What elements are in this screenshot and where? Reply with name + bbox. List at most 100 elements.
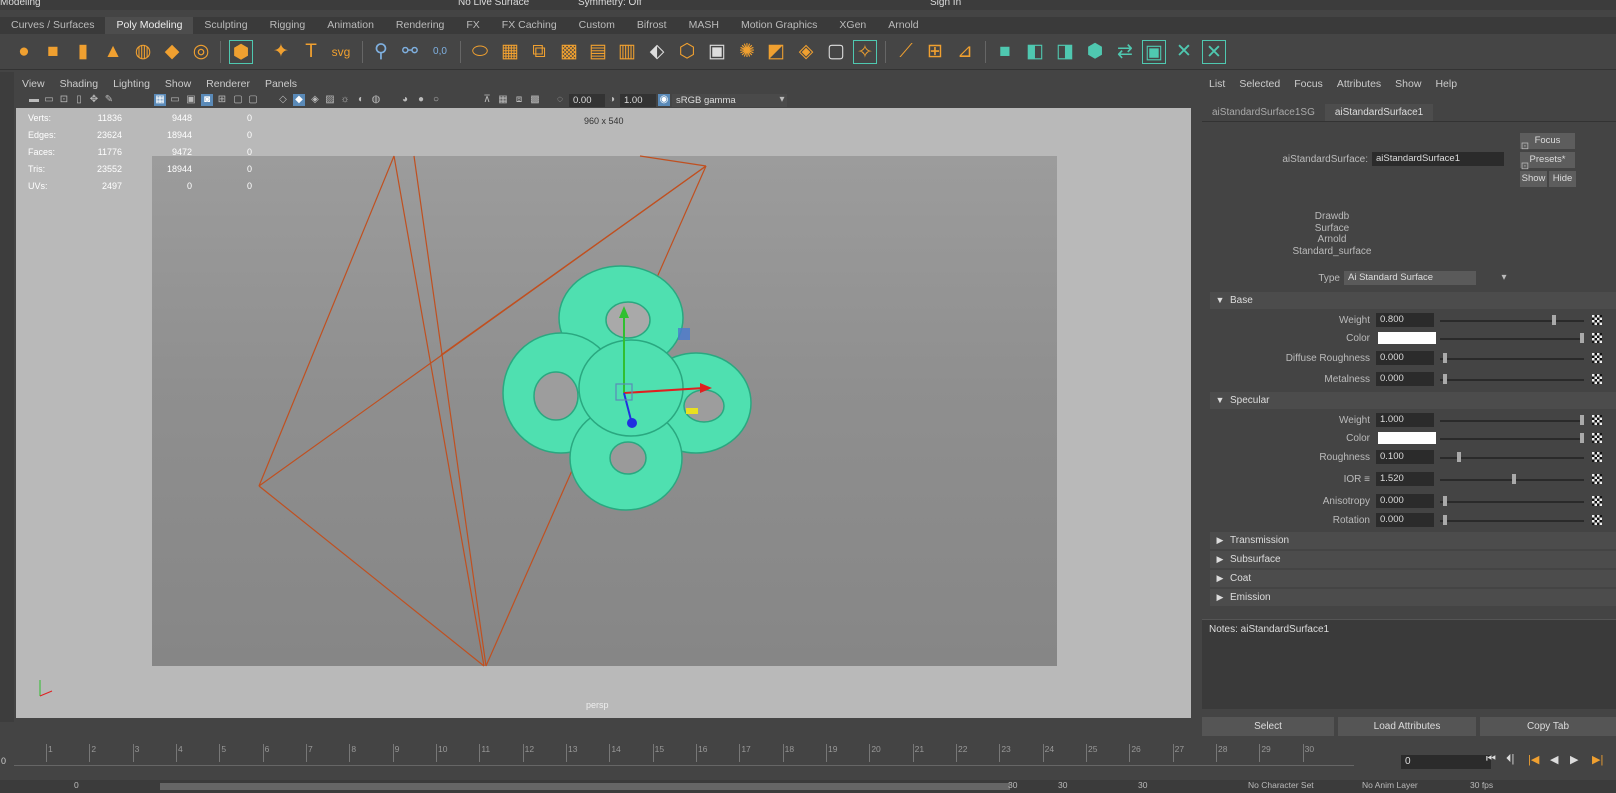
wireframe-on-shaded-icon[interactable]: ◈ xyxy=(309,94,321,106)
rotation-knob[interactable] xyxy=(1443,515,1447,525)
type-dropdown[interactable]: Ai Standard Surface xyxy=(1344,271,1476,285)
uv-spherical-icon[interactable]: ◨ xyxy=(1053,40,1077,64)
viewport-menu-show[interactable]: Show xyxy=(159,76,200,93)
wireframe-icon[interactable]: ◇ xyxy=(277,94,289,106)
gate-mask-icon[interactable]: ◙ xyxy=(201,94,213,106)
platonic-icon[interactable]: ⬢ xyxy=(229,40,253,64)
separate-icon[interactable]: ⚯ xyxy=(398,40,422,64)
retopo-icon[interactable]: ▥ xyxy=(615,40,639,64)
sphere-icon[interactable]: ● xyxy=(12,40,36,64)
load-attributes-button[interactable]: Load Attributes xyxy=(1338,717,1476,736)
mirror-icon[interactable]: ⧉ xyxy=(527,40,551,64)
cone-icon[interactable]: ▲ xyxy=(101,40,125,64)
xray-icon[interactable]: ● xyxy=(415,94,427,106)
specular-color-slider[interactable] xyxy=(1440,438,1584,440)
view-transform-dropdown[interactable]: sRGB gamma xyxy=(672,94,787,107)
torus-icon[interactable]: ◍ xyxy=(131,40,155,64)
target-weld-icon[interactable]: ⟋ xyxy=(894,40,918,64)
step-back-key-icon[interactable]: |◀ xyxy=(1528,753,1539,766)
connect-icon[interactable]: ⊿ xyxy=(953,40,977,64)
timeline-ruler[interactable]: 1 2 3 4 5 6 7 8 9 10 11 12 13 14 15 16 17 18 19 20 21 22 23 24 2… xyxy=(14,744,1354,766)
range-start-field[interactable]: 0 xyxy=(74,780,79,790)
hide-button[interactable]: Hide xyxy=(1549,171,1576,187)
knot-mesh[interactable] xyxy=(502,265,752,511)
step-back-icon[interactable]: ⏴| xyxy=(1506,753,1514,766)
section-transmission[interactable]: ▶ Transmission xyxy=(1210,532,1616,549)
live-surface-label[interactable]: No Live Surface xyxy=(458,0,529,8)
sign-in-button[interactable]: Sign In xyxy=(930,0,961,8)
fill-hole-icon[interactable]: ⬡ xyxy=(675,40,699,64)
cylinder-icon[interactable]: ▮ xyxy=(71,40,95,64)
edge-loop-icon[interactable]: ⊞ xyxy=(923,40,947,64)
uv-cut-icon[interactable]: ✕ xyxy=(1172,40,1196,64)
reduce-icon[interactable]: ⬖ xyxy=(645,40,669,64)
gamma-icon[interactable]: ◑ xyxy=(606,94,618,106)
rotation-slider[interactable] xyxy=(1440,520,1584,522)
range-slider[interactable]: 0 30 30 30 No Character Set No Anim Laye… xyxy=(0,780,1616,793)
attr-menu-focus[interactable]: Focus xyxy=(1287,76,1330,93)
map-button[interactable] xyxy=(1592,452,1602,462)
camera-attrs-icon[interactable]: ▭ xyxy=(43,94,55,106)
color-management-icon[interactable]: ◉ xyxy=(658,94,670,106)
map-button[interactable] xyxy=(1592,515,1602,525)
show-button[interactable]: Show xyxy=(1520,171,1547,187)
viewport-menu-panels[interactable]: Panels xyxy=(259,76,306,93)
base-color-slider[interactable] xyxy=(1440,338,1584,340)
shelf-tab-bifrost[interactable]: Bifrost xyxy=(626,17,678,34)
bookmark-icon[interactable]: ⊡ xyxy=(58,94,70,106)
film-gate-icon[interactable]: ▭ xyxy=(169,94,181,106)
range-slider-bar[interactable] xyxy=(160,783,1010,790)
fps-dropdown[interactable]: 30 fps xyxy=(1470,780,1493,790)
base-color-knob[interactable] xyxy=(1580,333,1584,343)
uv-planar-icon[interactable]: ■ xyxy=(993,40,1017,64)
shadows-icon[interactable]: ◐ xyxy=(355,94,367,106)
viewport-menu-renderer[interactable]: Renderer xyxy=(200,76,259,93)
exposure-icon[interactable]: ◌ xyxy=(554,94,566,106)
time-slider[interactable]: 0 1 2 3 4 5 6 7 8 9 10 11 12 13 14 15 16 17 18 19 20 21 22 23 2… xyxy=(0,742,1616,770)
shelf-tab-rendering[interactable]: Rendering xyxy=(385,17,455,34)
step-forward-key-icon[interactable]: ▶| xyxy=(1592,753,1603,766)
section-subsurface[interactable]: ▶ Subsurface xyxy=(1210,551,1616,568)
base-weight-knob[interactable] xyxy=(1552,315,1556,325)
notes-area[interactable]: Notes: aiStandardSurface1 xyxy=(1202,619,1616,709)
append-icon[interactable]: ▢ xyxy=(824,40,848,64)
section-emission[interactable]: ▶ Emission xyxy=(1210,589,1616,606)
specular-weight-knob[interactable] xyxy=(1580,415,1584,425)
safe-action-icon[interactable]: ▢ xyxy=(232,94,244,106)
isolate-icon[interactable]: ◕ xyxy=(399,94,411,106)
play-backwards-icon[interactable]: ◀ xyxy=(1550,753,1558,766)
safe-title-icon[interactable]: ▢ xyxy=(247,94,259,106)
output-connection-icon[interactable]: ⊡ xyxy=(1519,161,1531,173)
ior-field[interactable]: 1.520 xyxy=(1376,472,1434,486)
metalness-field[interactable]: 0.000 xyxy=(1376,372,1434,386)
map-button[interactable] xyxy=(1592,433,1602,443)
section-coat[interactable]: ▶ Coat xyxy=(1210,570,1616,587)
unfold-icon[interactable]: ▣ xyxy=(705,40,729,64)
map-button[interactable] xyxy=(1592,353,1602,363)
play-forwards-icon[interactable]: ▶ xyxy=(1570,753,1578,766)
map-button[interactable] xyxy=(1592,333,1602,343)
gamma-field[interactable]: 1.00 xyxy=(620,94,656,107)
disc-icon[interactable]: ◎ xyxy=(189,40,213,64)
bevel-icon[interactable]: ✺ xyxy=(735,40,759,64)
uv-editor-icon[interactable]: ▣ xyxy=(1142,40,1166,64)
multicut-icon[interactable]: ✧ xyxy=(853,40,877,64)
exposure-field[interactable]: 0.00 xyxy=(569,94,605,107)
viewport-persp[interactable]: Verts: 11836 9448 0 Edges: 23624 18944 0 Faces: 1… xyxy=(16,108,1191,718)
uv-cylindrical-icon[interactable]: ◧ xyxy=(1023,40,1047,64)
current-frame-field[interactable]: 0 xyxy=(1401,755,1491,769)
type-icon[interactable]: T xyxy=(299,40,323,64)
cube-icon[interactable]: ■ xyxy=(41,40,65,64)
image-plane-icon[interactable]: ▯ xyxy=(73,94,85,106)
anim-layer-dropdown[interactable]: No Anim Layer xyxy=(1362,780,1418,790)
anisotropy-slider[interactable] xyxy=(1440,501,1584,503)
character-set-dropdown[interactable]: No Character Set xyxy=(1248,780,1314,790)
base-weight-field[interactable]: 0.800 xyxy=(1376,313,1434,327)
smooth-shade-icon[interactable]: ◆ xyxy=(293,94,305,106)
boolean-icon[interactable]: ▩ xyxy=(557,40,581,64)
uv-sew-icon[interactable]: ✕ xyxy=(1202,40,1226,64)
combine-icon[interactable]: ⚲ xyxy=(369,40,393,64)
section-base[interactable]: ▼ Base xyxy=(1210,292,1616,309)
extract-icon[interactable]: ▦ xyxy=(498,40,522,64)
diffuse-roughness-slider[interactable] xyxy=(1440,358,1584,360)
